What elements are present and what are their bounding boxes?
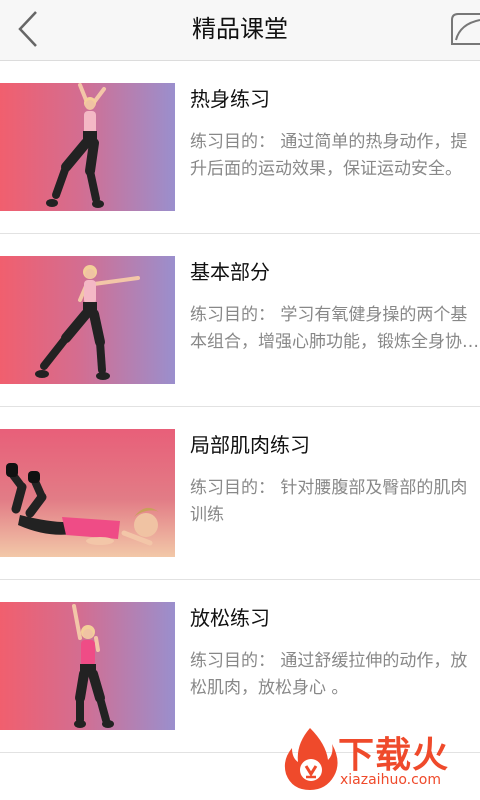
share-icon <box>451 13 480 45</box>
lesson-title: 放松练习 <box>190 606 270 630</box>
lesson-list: 热身练习 练习目的： 通过简单的热身动作，提升后面的运动效果，保证运动安全。 基… <box>0 61 480 753</box>
flame-logo-icon <box>284 728 338 790</box>
lesson-title: 基本部分 <box>190 260 270 284</box>
lesson-description: 练习目的： 通过简单的热身动作，提升后面的运动效果，保证运动安全。 <box>190 132 468 179</box>
watermark: 下载火 xiazaihuo.com <box>282 726 474 796</box>
watermark-domain: xiazaihuo.com <box>340 772 441 788</box>
warmup-figure-image <box>46 83 106 208</box>
watermark-brand: 下载火 <box>338 735 450 776</box>
lesson-title: 热身练习 <box>190 87 270 111</box>
lesson-thumbnail <box>0 429 175 557</box>
lesson-thumbnail <box>0 602 175 730</box>
basic-routine-figure-image <box>35 265 140 380</box>
share-button[interactable] <box>448 8 480 48</box>
lesson-title: 局部肌肉练习 <box>190 433 310 457</box>
floor-exercise-figure-image <box>6 463 160 546</box>
top-bar: 精品课堂 <box>0 0 480 61</box>
lesson-thumbnail <box>0 83 175 211</box>
lesson-description: 练习目的： 通过舒缓拉伸的动作，放松肌肉，放松身心 。 <box>190 651 468 698</box>
list-item[interactable]: 热身练习 练习目的： 通过简单的热身动作，提升后面的运动效果，保证运动安全。 <box>0 61 480 234</box>
lesson-description: 练习目的： 针对腰腹部及臀部的肌肉训练 <box>190 478 468 525</box>
lesson-thumbnail <box>0 256 175 384</box>
cooldown-figure-image <box>72 604 114 728</box>
page-title: 精品课堂 <box>192 15 288 43</box>
lesson-description: 练习目的： 学习有氧健身操的两个基本组合，增强心肺功能，锻炼全身协调性。 <box>190 305 479 352</box>
list-item[interactable]: 局部肌肉练习 练习目的： 针对腰腹部及臀部的肌肉训练 <box>0 407 480 580</box>
list-item[interactable]: 基本部分 练习目的： 学习有氧健身操的两个基本组合，增强心肺功能，锻炼全身协调性… <box>0 234 480 407</box>
